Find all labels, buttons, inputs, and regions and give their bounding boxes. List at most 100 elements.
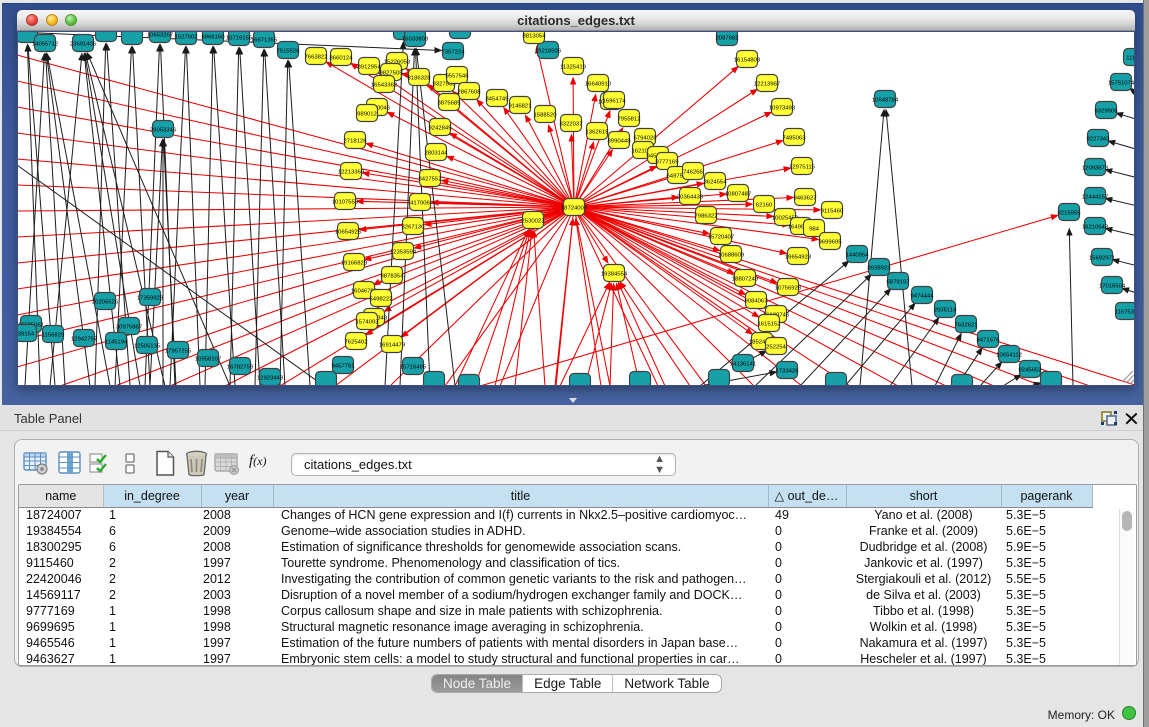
svg-text:9242845: 9242845	[429, 125, 453, 131]
svg-text:8215955: 8215955	[1058, 210, 1082, 216]
svg-text:9115460: 9115460	[821, 208, 844, 214]
svg-text:11172: 11172	[1126, 55, 1135, 61]
svg-text:10653267: 10653267	[147, 32, 173, 38]
svg-text:17957255: 17957255	[165, 348, 192, 354]
svg-text:8938923: 8938923	[868, 265, 892, 271]
svg-text:5498222: 5498222	[370, 296, 393, 302]
svg-text:3624554: 3624554	[704, 179, 728, 185]
svg-text:7955812: 7955812	[618, 116, 641, 122]
svg-text:16033809: 16033809	[402, 36, 428, 42]
svg-text:7485063: 7485063	[783, 135, 807, 141]
svg-text:8660124: 8660124	[330, 55, 354, 61]
svg-text:3267130: 3267130	[402, 224, 426, 230]
svg-text:19166829: 19166829	[341, 260, 367, 266]
svg-text:10973493: 10973493	[769, 105, 796, 111]
svg-text:15716485: 15716485	[400, 364, 427, 370]
svg-text:10107553: 10107553	[332, 199, 359, 205]
svg-text:9777169: 9777169	[656, 159, 679, 165]
svg-text:9227343: 9227343	[1087, 136, 1111, 142]
svg-text:8186328: 8186328	[408, 75, 432, 81]
svg-text:9557546: 9557546	[446, 73, 470, 79]
svg-text:10654112: 10654112	[996, 352, 1022, 358]
svg-text:1615152: 1615152	[758, 321, 781, 327]
svg-text:9146821: 9146821	[509, 103, 532, 109]
svg-text:15692971: 15692971	[1089, 255, 1115, 261]
svg-text:7663822: 7663822	[305, 54, 328, 60]
svg-text:9457791: 9457791	[332, 363, 355, 369]
svg-text:11325419: 11325419	[560, 64, 586, 70]
svg-text:18807249: 18807249	[732, 276, 758, 282]
svg-text:16543362: 16543362	[371, 82, 397, 88]
svg-text:984: 984	[809, 226, 820, 232]
svg-text:19384554: 19384554	[601, 271, 628, 277]
svg-text:30975867: 30975867	[116, 324, 142, 330]
svg-text:16210643: 16210643	[1082, 224, 1109, 230]
svg-text:8912954: 8912954	[358, 64, 382, 70]
svg-text:1362615: 1362615	[586, 129, 610, 135]
svg-text:1440954: 1440954	[846, 252, 870, 258]
svg-text:7515526: 7515526	[277, 48, 301, 54]
svg-text:14055712: 14055712	[32, 41, 58, 47]
svg-text:17359928: 17359928	[137, 295, 164, 301]
svg-text:16154808: 16154808	[734, 57, 761, 63]
svg-text:2718126: 2718126	[344, 138, 368, 144]
svg-text:9474444: 9474444	[911, 293, 935, 299]
svg-text:15751074: 15751074	[1108, 80, 1135, 86]
svg-text:10719155: 10719155	[226, 35, 253, 41]
svg-text:7357224: 7357224	[442, 49, 466, 55]
svg-text:10756928: 10756928	[775, 285, 802, 291]
svg-text:9699695: 9699695	[819, 239, 843, 245]
svg-text:20206526: 20206526	[92, 299, 119, 305]
svg-text:19654923: 19654923	[785, 254, 812, 260]
svg-text:20364436: 20364436	[677, 194, 704, 200]
svg-text:6966160: 6966160	[202, 34, 226, 40]
svg-text:12093873: 12093873	[1082, 165, 1109, 171]
svg-text:1145194: 1145194	[105, 339, 128, 345]
svg-text:252254: 252254	[766, 344, 786, 350]
svg-text:9245652: 9245652	[1019, 367, 1042, 373]
svg-text:16671355: 16671355	[251, 37, 278, 43]
svg-text:2867608: 2867608	[458, 89, 482, 95]
svg-text:417006: 417006	[410, 200, 430, 206]
svg-text:2803144: 2803144	[425, 150, 449, 156]
svg-text:15720407: 15720407	[708, 234, 734, 240]
svg-text:1156829: 1156829	[42, 332, 65, 338]
svg-text:6879197: 6879197	[887, 279, 910, 285]
svg-text:1733426: 1733426	[776, 368, 800, 374]
svg-text:39154: 39154	[18, 331, 35, 337]
svg-text:14136141: 14136141	[730, 361, 756, 367]
svg-text:9084067: 9084067	[745, 298, 768, 304]
svg-text:12353594: 12353594	[390, 249, 417, 255]
svg-text:10654925: 10654925	[335, 229, 362, 235]
svg-text:1574093: 1574093	[356, 319, 380, 325]
svg-text:7632621: 7632621	[955, 322, 978, 328]
svg-text:12505135: 12505135	[134, 343, 161, 349]
svg-text:62160: 62160	[756, 202, 773, 208]
svg-text:6794028: 6794028	[634, 135, 658, 141]
svg-text:10958107: 10958107	[195, 356, 221, 362]
svg-text:29053346: 29053346	[150, 127, 177, 133]
svg-text:10648784: 10648784	[872, 97, 899, 103]
svg-text:12975115: 12975115	[789, 164, 815, 170]
svg-text:9463627: 9463627	[794, 195, 817, 201]
svg-text:2530023: 2530023	[522, 218, 546, 224]
svg-text:8990448: 8990448	[608, 138, 632, 144]
svg-text:1588520: 1588520	[534, 112, 558, 118]
svg-text:16782759: 16782759	[227, 364, 253, 370]
svg-text:12923448: 12923448	[257, 375, 284, 381]
svg-text:7625402: 7625402	[345, 339, 368, 345]
svg-text:1167533: 1167533	[1115, 309, 1135, 315]
svg-text:17016504: 17016504	[1099, 283, 1126, 289]
svg-text:7986322: 7986322	[695, 213, 718, 219]
svg-text:1527602: 1527602	[175, 34, 198, 40]
svg-text:8427552: 8427552	[419, 176, 442, 182]
svg-text:16640910: 16640910	[585, 81, 612, 87]
svg-text:989012: 989012	[357, 111, 377, 117]
svg-text:23691406: 23691406	[70, 41, 97, 47]
svg-text:10807487: 10807487	[725, 191, 751, 197]
svg-text:18724007: 18724007	[561, 205, 587, 211]
svg-text:10688609: 10688609	[718, 252, 744, 258]
svg-text:12444157: 12444157	[1082, 194, 1108, 200]
svg-text:16914479: 16914479	[379, 342, 405, 348]
svg-text:9329906: 9329906	[1095, 108, 1119, 114]
